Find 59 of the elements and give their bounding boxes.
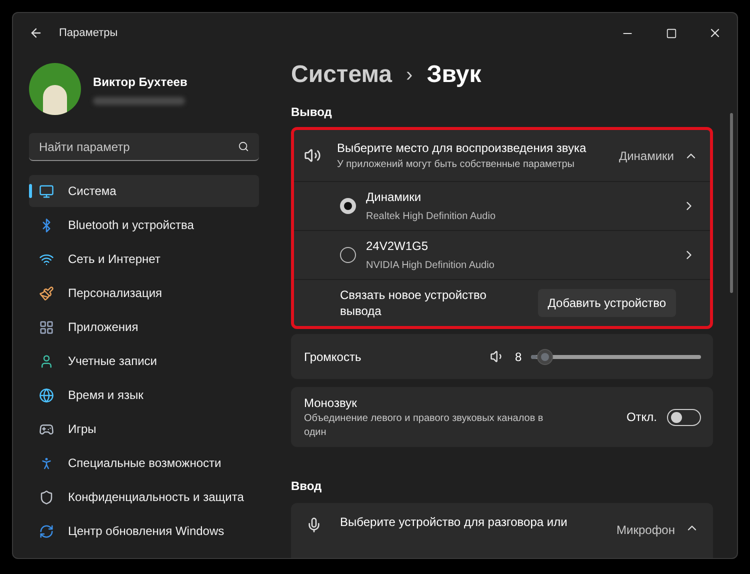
search-field[interactable]: Найти параметр xyxy=(29,133,259,161)
volume-reading: 8 xyxy=(515,348,523,366)
user-name: Виктор Бухтеев xyxy=(93,74,188,91)
sidebar-item[interactable]: Центр обновления Windows xyxy=(29,515,259,547)
page-title: Звук xyxy=(426,60,482,90)
mono-description: Объединение левого и правого звуковых каналов в один xyxy=(304,412,544,440)
device-name: 24V2W1G5 xyxy=(366,238,430,256)
section-heading: Вывод xyxy=(291,104,333,122)
gamepad-icon xyxy=(39,422,54,436)
sidebar-item[interactable]: Система xyxy=(29,175,259,207)
sidebar-item[interactable]: Сеть и Интернет xyxy=(29,243,259,275)
device-row[interactable]: 24V2W1G5 NVIDIA High Definition Audio xyxy=(294,231,710,280)
sidebar-item[interactable]: Bluetooth и устройства xyxy=(29,209,259,241)
wifi-icon xyxy=(39,252,54,266)
brush-icon xyxy=(39,286,54,300)
search-icon[interactable] xyxy=(238,141,249,152)
pair-label: Связать новое устройство вывода xyxy=(340,287,488,320)
sidebar-item[interactable]: Игры xyxy=(29,413,259,445)
refresh-icon xyxy=(39,524,54,538)
breadcrumb-parent[interactable]: Система xyxy=(291,57,392,94)
close-icon[interactable] xyxy=(708,26,722,40)
selector-title: Выберите устройство для разговора или xyxy=(340,514,568,531)
microphone-icon xyxy=(306,516,322,533)
apps-icon xyxy=(39,320,54,334)
device-driver: Realtek High Definition Audio xyxy=(366,210,497,224)
sidebar-item[interactable]: Персонализация xyxy=(29,277,259,309)
sidebar-item[interactable]: Учетные записи xyxy=(29,345,259,377)
radio-button[interactable] xyxy=(340,198,356,214)
toggle-switch[interactable] xyxy=(667,408,701,426)
device-driver: NVIDIA High Definition Audio xyxy=(366,259,496,274)
avatar xyxy=(29,63,81,115)
selector-value: Микрофон xyxy=(616,522,675,539)
section-heading: Ввод xyxy=(291,478,323,495)
window-title: Параметры xyxy=(59,26,118,41)
shield-icon xyxy=(39,490,54,504)
sidebar-item[interactable]: Время и язык xyxy=(29,379,259,411)
breadcrumb-separator: › xyxy=(406,63,413,88)
device-name: Динамики xyxy=(366,189,422,206)
selector-title: Выберите место для воспроизведения звука xyxy=(337,140,588,158)
radio-button[interactable] xyxy=(340,247,356,264)
monitor-icon xyxy=(39,184,54,198)
volume-label: Громкость xyxy=(304,348,362,366)
sidebar-item[interactable]: Конфиденциальность и защита xyxy=(29,481,259,513)
person-icon xyxy=(39,354,54,368)
maximize-icon[interactable] xyxy=(666,28,676,38)
volume-slider[interactable] xyxy=(531,348,701,365)
toggle-state: Откл. xyxy=(626,409,657,426)
mono-title: Монозвук xyxy=(304,395,358,412)
add-device-button[interactable]: Добавить устройство xyxy=(538,289,676,318)
person-icon xyxy=(39,456,54,470)
sidebar-item[interactable]: Специальные возможности xyxy=(29,447,259,479)
sidebar-item[interactable]: Приложения xyxy=(29,311,259,343)
selector-subtitle: У приложений могут быть собственные параметры xyxy=(337,158,576,172)
globe-icon xyxy=(39,388,54,402)
slider-thumb[interactable] xyxy=(536,348,553,365)
back-icon[interactable] xyxy=(29,26,43,40)
device-row[interactable]: Динамики Realtek High Definition Audio xyxy=(294,182,710,232)
speaker-icon xyxy=(304,147,321,164)
selector-value: Динамики xyxy=(618,148,674,165)
